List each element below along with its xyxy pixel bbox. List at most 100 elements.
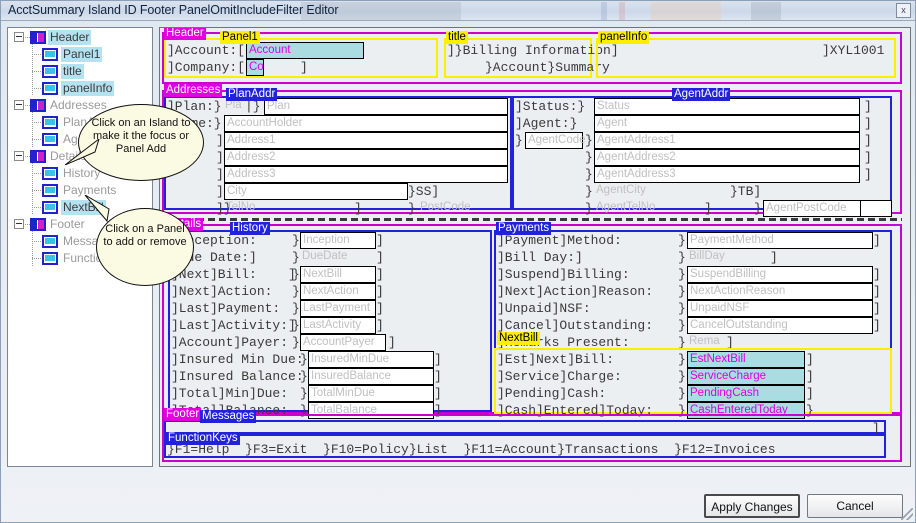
tag-history[interactable]: History [230, 222, 270, 235]
functionkeys-text: }F1=Help }F3=Exit }F10=Policy}List }F11=… [167, 442, 776, 457]
field-placeholder: SuspendBilling [690, 268, 767, 280]
expander-icon[interactable] [14, 32, 24, 42]
field-telno[interactable]: TelNo [224, 200, 324, 217]
expander-icon[interactable] [14, 219, 24, 229]
expander-icon[interactable] [14, 100, 24, 110]
tag-panelinfo[interactable]: panelInfo [598, 31, 650, 44]
field-city[interactable]: City [224, 183, 408, 200]
field-paymentmethod[interactable]: PaymentMethod [687, 232, 873, 249]
field-nextaction[interactable]: NextAction [300, 283, 376, 300]
payments-row-0-brace: } [678, 233, 686, 248]
field-insuredbalance[interactable]: InsuredBalance [308, 368, 434, 385]
field-totalmindue[interactable]: TotalMinDue [308, 385, 434, 402]
history-row-4-label: ]Last]Payment: [171, 301, 281, 316]
tree-connector [32, 122, 41, 123]
payments-row-4-brace: } [678, 301, 686, 316]
divider-dashes [164, 218, 902, 221]
field-placeholder: TotalMinDue [311, 387, 375, 399]
field-address1[interactable]: Address1 [224, 132, 508, 149]
callout-tail [84, 195, 110, 223]
tree-connector [32, 207, 41, 208]
field-pendingcash[interactable]: PendingCash [687, 385, 805, 402]
field-canceloutstanding[interactable]: CancelOutstanding [687, 317, 873, 334]
expander-icon[interactable] [14, 151, 24, 161]
field-estnextbill[interactable]: EstNextBill [687, 351, 805, 368]
field-agentpostcode-box[interactable] [860, 200, 892, 217]
field-insuredmindue[interactable]: InsuredMinDue [308, 351, 434, 368]
field-nextbill[interactable]: NextBill [300, 266, 376, 283]
field-agentcity[interactable]: AgentCity [594, 183, 730, 200]
close-icon[interactable]: x [896, 3, 911, 18]
tree-item-label: panelInfo [61, 81, 115, 96]
field-agent[interactable]: Agent [594, 115, 860, 132]
tag-addresses[interactable]: Addresses [164, 84, 223, 97]
tag-nextbill[interactable]: NextBill [497, 332, 540, 345]
field-postcode[interactable]: PostCode [418, 200, 512, 217]
field-placeholder: AgentAddress2 [597, 151, 676, 163]
tree-guide [32, 155, 33, 215]
tree-item-label: Addresses [50, 98, 107, 112]
panel-icon [42, 48, 58, 61]
panel-help-text: Click on a Panel to add or remove [103, 223, 187, 248]
nextbill-row-1-label: ]Service]Charge: [497, 369, 622, 384]
panel-icon [42, 116, 58, 129]
field-agentcode[interactable]: AgentCode [525, 132, 586, 149]
field-billday[interactable]: BillDay [687, 249, 769, 266]
history-row-2-brace: } [292, 267, 300, 282]
field-placeholder: PostCode [420, 201, 471, 213]
layout-editor-canvas[interactable]: Header Panel1 ]Account:[ Account ]Compan… [159, 27, 911, 467]
tag-title[interactable]: title [446, 31, 468, 44]
field-placeholder: City [227, 185, 247, 197]
agentaddr-row-2-close: ] [864, 133, 872, 148]
history-row-5-brace: } [292, 318, 300, 333]
field-unpaidnsf[interactable]: UnpaidNSF [687, 300, 873, 317]
history-row-5-label: ]Last]Activity:] [171, 318, 296, 333]
field-address3[interactable]: Address3 [224, 166, 508, 183]
field-servicecharge[interactable]: ServiceCharge [687, 368, 805, 385]
tag-messages[interactable]: Messages [200, 410, 257, 423]
nextbill-row-2-brace: } [678, 386, 686, 401]
field-nextactionreason[interactable]: NextActionReason [687, 283, 873, 300]
tag-planaddr[interactable]: PlanAddr [226, 88, 278, 101]
field-duedate[interactable]: DueDate [300, 249, 376, 266]
field-lastpayment[interactable]: LastPayment [300, 300, 376, 317]
payments-row-1-close: ] [770, 250, 778, 265]
island-icon [30, 99, 46, 112]
payments-row-2-brace: } [678, 267, 686, 282]
history-row-6-close: ] [388, 335, 396, 350]
payments-row-4-close: ] [873, 301, 881, 316]
field-agentaddress2[interactable]: AgentAddress2 [594, 149, 860, 166]
field-placeholder: TelNo [226, 201, 256, 213]
field-inception[interactable]: Inception [300, 232, 376, 249]
panel-messages[interactable] [164, 420, 886, 434]
tag-functionkeys[interactable]: FunctionKeys [166, 432, 240, 445]
history-row-9-label: ]Total]Min]Due: [171, 386, 289, 401]
field-account[interactable]: Account [246, 42, 364, 59]
tree-guide [32, 36, 33, 96]
field-address2[interactable]: Address2 [224, 149, 508, 166]
field-agenttelno[interactable]: AgentTelNo [594, 200, 704, 217]
history-row-3-close: ] [376, 284, 384, 299]
agentaddr-row-2-brace: } [585, 133, 593, 148]
tag-footer[interactable]: Footer [164, 408, 202, 421]
payments-row-1-brace: } [678, 250, 686, 265]
field-placeholder: AccountHolder [227, 117, 303, 129]
field-accountholder[interactable]: AccountHolder [224, 115, 508, 132]
cancel-button[interactable]: Cancel [807, 494, 903, 518]
field-accountpayer[interactable]: AccountPayer [300, 334, 386, 351]
field-plan[interactable]: Plan [264, 98, 508, 115]
tag-header[interactable]: Header [164, 28, 206, 40]
field-agentaddress1[interactable]: AgentAddress1 [594, 132, 860, 149]
field-lastactivity[interactable]: LastActivity [300, 317, 376, 334]
field-co[interactable]: Co [246, 59, 264, 76]
tree-connector [32, 139, 41, 140]
tag-agentaddr[interactable]: AgentAddr [672, 88, 731, 101]
field-suspendbilling[interactable]: SuspendBilling [687, 266, 873, 283]
history-row-7-label: ]Insured Min Due: [171, 352, 304, 367]
field-agentaddress3[interactable]: AgentAddress3 [594, 166, 860, 183]
tag-payments[interactable]: Payments [496, 222, 552, 235]
tag-panel1[interactable]: Panel1 [220, 31, 260, 44]
resize-grip[interactable] [901, 508, 913, 520]
apply-changes-button[interactable]: Apply Changes [704, 494, 800, 518]
history-row-1-brace: } [292, 250, 300, 265]
